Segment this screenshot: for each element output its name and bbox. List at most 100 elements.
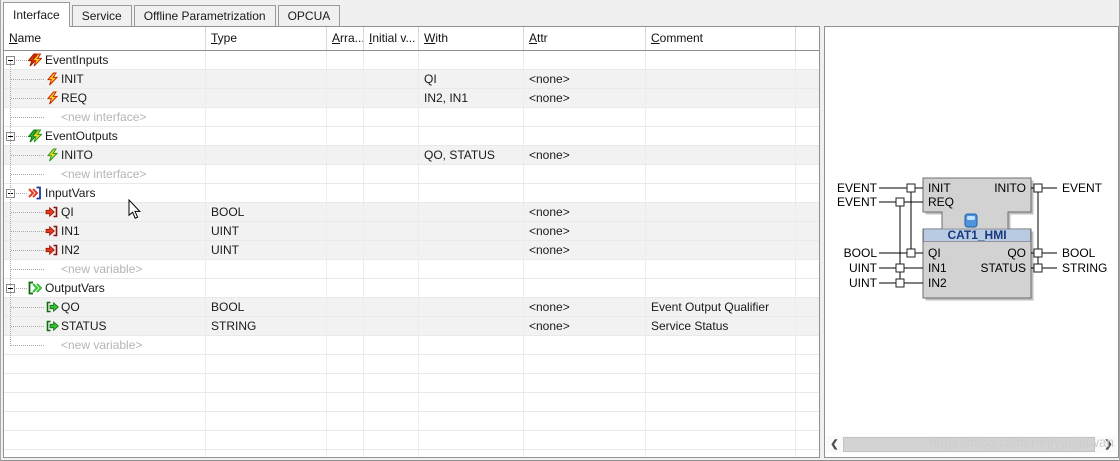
cell-comment — [646, 51, 796, 69]
pin-square[interactable] — [907, 249, 915, 257]
table-row[interactable]: STATUSSTRING<none>Service Status — [4, 317, 819, 336]
var-input-group-icon — [28, 186, 42, 200]
column-header-attr[interactable]: Attr — [524, 27, 646, 50]
var-input-icon — [45, 243, 59, 257]
var-output-icon — [45, 300, 59, 314]
cell-comment — [646, 70, 796, 88]
cell-name: <new variable> — [4, 260, 206, 278]
table-row[interactable]: OutputVars — [4, 279, 819, 298]
table-row[interactable]: QOBOOL<none>Event Output Qualifier — [4, 298, 819, 317]
cell-filler — [796, 336, 819, 354]
row-label: IN2 — [61, 243, 80, 257]
cell-initial-value — [364, 317, 419, 335]
pin-type-label: EVENT — [837, 181, 878, 195]
cell-comment — [646, 108, 796, 126]
cell-array-size — [327, 51, 364, 69]
table-row[interactable]: INITQI<none> — [4, 70, 819, 89]
table-row[interactable]: EventInputs — [4, 51, 819, 70]
cell-type — [206, 279, 327, 297]
column-header-arra-[interactable]: Arra... — [327, 27, 364, 50]
fb-type-icon-shine — [967, 216, 975, 220]
tree-line — [11, 155, 44, 156]
cell-array-size — [327, 336, 364, 354]
cell-name — [4, 355, 206, 373]
pin-type-label: EVENT — [837, 195, 878, 209]
column-header-comment[interactable]: Comment — [646, 27, 796, 50]
tab-interface[interactable]: Interface — [3, 2, 70, 27]
table-row[interactable]: <new interface> — [4, 108, 819, 127]
cell-attr: <none> — [524, 89, 646, 107]
cell-name: EventInputs — [4, 51, 206, 69]
pin-square[interactable] — [907, 184, 915, 192]
cell-array-size — [327, 222, 364, 240]
table-row[interactable]: QIBOOL<none> — [4, 203, 819, 222]
cell-attr: <none> — [524, 317, 646, 335]
cell-array-size — [327, 450, 364, 458]
table-row[interactable]: <new variable> — [4, 260, 819, 279]
cell-filler — [796, 412, 819, 430]
cell-name: <new interface> — [4, 165, 206, 183]
table-row[interactable]: IN1UINT<none> — [4, 222, 819, 241]
pin-square[interactable] — [896, 279, 904, 287]
table-row[interactable]: EventOutputs — [4, 127, 819, 146]
editor-tab-bar: InterfaceServiceOffline ParametrizationO… — [3, 0, 342, 26]
scroll-left-icon[interactable]: ❮ — [827, 436, 842, 453]
cell-name: QI — [4, 203, 206, 221]
cell-filler — [796, 298, 819, 316]
fb-preview-pane: CAT1_HMIEVENTINITEVENTREQBOOLQIUINTIN1UI… — [824, 26, 1119, 458]
new-entry-placeholder[interactable]: <new variable> — [61, 262, 142, 276]
pin-type-label: UINT — [849, 276, 878, 290]
pin-square[interactable] — [896, 264, 904, 272]
cell-with — [419, 336, 524, 354]
pin-square[interactable] — [896, 198, 904, 206]
scroll-right-icon[interactable]: ❯ — [1101, 436, 1116, 453]
pin-square[interactable] — [1034, 249, 1042, 257]
cell-attr — [524, 51, 646, 69]
pin-square[interactable] — [1034, 264, 1042, 272]
cell-comment — [646, 374, 796, 392]
column-header-with[interactable]: With — [419, 27, 524, 50]
cell-array-size — [327, 317, 364, 335]
cell-filler — [796, 146, 819, 164]
table-row[interactable]: <new interface> — [4, 165, 819, 184]
column-header-initial-v-[interactable]: Initial v... — [364, 27, 419, 50]
table-row — [4, 431, 819, 450]
cell-type: BOOL — [206, 203, 327, 221]
cell-type: BOOL — [206, 298, 327, 316]
tree-line — [11, 212, 44, 213]
tab-opcua[interactable]: OPCUA — [278, 5, 341, 26]
new-entry-placeholder[interactable]: <new interface> — [61, 167, 146, 181]
pin-square[interactable] — [1034, 184, 1042, 192]
table-row[interactable]: InputVars — [4, 184, 819, 203]
new-entry-placeholder[interactable]: <new variable> — [61, 338, 142, 352]
tab-service[interactable]: Service — [72, 5, 132, 26]
pin-name-label: IN2 — [928, 276, 947, 290]
tree-line — [16, 193, 27, 194]
horizontal-scrollbar[interactable]: ❮ ❯ — [826, 436, 1117, 453]
cell-filler — [796, 108, 819, 126]
cell-array-size — [327, 108, 364, 126]
cell-comment — [646, 165, 796, 183]
table-row[interactable]: IN2UINT<none> — [4, 241, 819, 260]
pin-type-label: EVENT — [1062, 181, 1103, 195]
scrollbar-thumb[interactable] — [843, 437, 1095, 452]
column-header-type[interactable]: Type — [206, 27, 327, 50]
new-entry-placeholder[interactable]: <new interface> — [61, 110, 146, 124]
cell-initial-value — [364, 184, 419, 202]
cell-with — [419, 431, 524, 449]
cell-initial-value — [364, 70, 419, 88]
table-row[interactable]: REQIN2, IN1<none> — [4, 89, 819, 108]
tab-offline-parametrization[interactable]: Offline Parametrization — [134, 5, 276, 26]
cell-initial-value — [364, 203, 419, 221]
table-row[interactable]: INITOQO, STATUS<none> — [4, 146, 819, 165]
cell-comment — [646, 279, 796, 297]
event-input-group-icon — [28, 53, 42, 67]
table-row[interactable]: <new variable> — [4, 336, 819, 355]
column-header-name[interactable]: Name — [4, 27, 206, 50]
cell-name: IN2 — [4, 241, 206, 259]
cell-comment: Service Status — [646, 317, 796, 335]
function-block-diagram[interactable]: CAT1_HMIEVENTINITEVENTREQBOOLQIUINTIN1UI… — [825, 27, 1118, 432]
cell-name: OutputVars — [4, 279, 206, 297]
cell-type — [206, 184, 327, 202]
pin-type-label: STRING — [1062, 261, 1107, 275]
